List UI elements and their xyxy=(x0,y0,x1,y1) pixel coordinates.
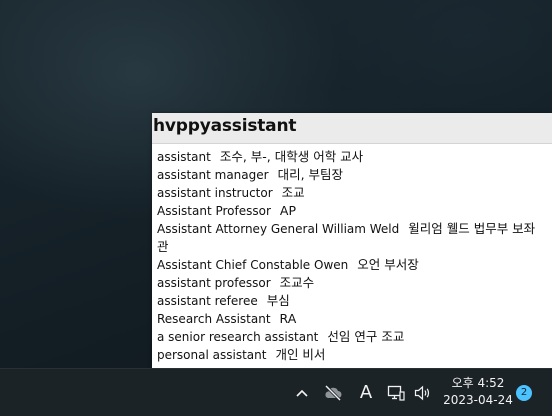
entry-term: assistant referee xyxy=(157,294,258,308)
taskbar-clock[interactable]: 오후 4:52 2023-04-24 xyxy=(440,375,516,409)
dictionary-popup: hvppyassistant assistant 조수, 부-, 대학생 어학 교… xyxy=(152,113,552,368)
list-item[interactable]: assistant manager 대리, 부팀장 xyxy=(157,166,552,184)
entry-term: Assistant Attorney General William Weld xyxy=(157,222,400,236)
list-item[interactable]: assistant referee 부심 xyxy=(157,292,552,310)
entry-meaning: 오언 부서장 xyxy=(357,257,419,272)
entry-list: assistant 조수, 부-, 대학생 어학 교사 assistant man… xyxy=(152,144,552,364)
entry-term: Assistant Chief Constable Owen xyxy=(157,258,349,272)
list-item[interactable]: assistant professor 조교수 xyxy=(157,274,552,292)
taskbar: A 오후 4:52 2023-04-24 2 xyxy=(0,368,552,416)
list-item[interactable]: personal assistant 개인 비서 xyxy=(157,346,552,364)
entry-term: personal assistant xyxy=(157,348,267,362)
entry-term: assistant professor xyxy=(157,276,271,290)
entry-term: Research Assistant xyxy=(157,312,271,326)
clock-date: 2023-04-24 xyxy=(443,393,513,407)
popup-title: hvppyassistant xyxy=(152,113,552,144)
entry-term: Assistant Professor xyxy=(157,204,271,218)
list-item[interactable]: Research Assistant RA xyxy=(157,310,552,328)
entry-term: assistant xyxy=(157,150,211,164)
list-item[interactable]: assistant 조수, 부-, 대학생 어학 교사 xyxy=(157,148,552,166)
entry-term: a senior research assistant xyxy=(157,330,319,344)
chevron-up-icon[interactable] xyxy=(292,369,312,416)
ime-icon[interactable]: A xyxy=(355,369,377,416)
cloud-offline-icon[interactable] xyxy=(320,369,346,416)
entry-meaning: 선임 연구 조교 xyxy=(327,329,405,344)
entry-meaning: 조수, 부-, 대학생 어학 교사 xyxy=(219,149,364,164)
entry-term: assistant instructor xyxy=(157,186,273,200)
clock-time: 오후 4:52 xyxy=(451,376,505,390)
entry-term: assistant manager xyxy=(157,168,269,182)
list-item[interactable]: a senior research assistant 선임 연구 조교 xyxy=(157,328,552,346)
list-item[interactable]: Assistant Attorney General William Weld 윌… xyxy=(157,220,552,256)
entry-meaning: 조교수 xyxy=(279,275,315,290)
entry-meaning: AP xyxy=(279,203,296,218)
list-item[interactable]: Assistant Chief Constable Owen 오언 부서장 xyxy=(157,256,552,274)
entry-meaning: RA xyxy=(279,311,297,326)
entry-meaning: 부심 xyxy=(266,293,290,308)
entry-meaning: 대리, 부팀장 xyxy=(277,167,344,182)
list-item[interactable]: assistant instructor 조교 xyxy=(157,184,552,202)
volume-icon[interactable] xyxy=(412,369,434,416)
network-icon[interactable] xyxy=(385,369,407,416)
entry-meaning: 조교 xyxy=(281,185,305,200)
notification-badge[interactable]: 2 xyxy=(516,385,532,401)
list-item[interactable]: Assistant Professor AP xyxy=(157,202,552,220)
entry-meaning: 개인 비서 xyxy=(275,347,326,362)
